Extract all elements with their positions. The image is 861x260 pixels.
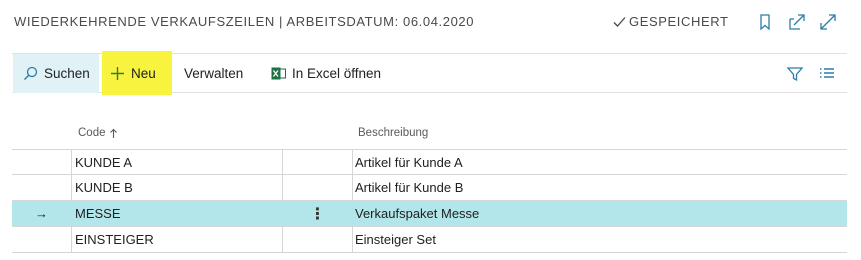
code-cell[interactable]: MESSE <box>72 201 283 226</box>
search-icon <box>24 66 38 80</box>
saved-status: GESPEICHERT <box>613 14 729 29</box>
plus-icon <box>111 66 124 80</box>
table-row[interactable]: EINSTEIGER Einsteiger Set <box>12 227 847 253</box>
description-cell[interactable]: Verkaufspaket Messe <box>353 201 847 226</box>
new-button-label: Neu <box>131 65 156 81</box>
search-button[interactable]: Suchen <box>13 54 99 93</box>
title-bar: WIEDERKEHRENDE VERKAUFSZEILEN | ARBEITSD… <box>0 0 861 44</box>
manage-button[interactable]: Verwalten <box>184 54 243 93</box>
table-row[interactable]: KUNDE B Artikel für Kunde B <box>12 175 847 201</box>
description-cell[interactable]: Artikel für Kunde B <box>353 175 847 200</box>
manage-button-label: Verwalten <box>184 66 244 81</box>
table-row[interactable]: KUNDE A Artikel für Kunde A <box>12 149 847 175</box>
table-row-selected[interactable]: → MESSE ⋮ Verkaufspaket Messe <box>12 201 847 227</box>
sort-ascending-icon <box>109 128 117 138</box>
row-selector[interactable] <box>12 227 72 252</box>
row-actions-menu-icon[interactable]: ⋮ <box>283 201 353 226</box>
list-view-icon[interactable] <box>818 65 836 83</box>
column-header-code[interactable]: Code <box>78 127 118 139</box>
description-cell[interactable]: Artikel für Kunde A <box>353 150 847 174</box>
action-bar: Suchen Neu Verwalten In Excel öffnen <box>12 51 847 95</box>
row-selector-arrow-icon[interactable]: → <box>12 201 72 226</box>
row-menu-cell <box>283 227 353 252</box>
open-in-excel-button[interactable]: In Excel öffnen <box>271 54 381 93</box>
row-menu-cell <box>283 150 353 174</box>
column-header-description-label: Beschreibung <box>358 127 429 139</box>
search-button-label: Suchen <box>44 66 90 81</box>
popout-icon[interactable] <box>788 13 806 31</box>
column-header-description[interactable]: Beschreibung <box>358 127 428 139</box>
row-menu-cell <box>283 175 353 200</box>
open-in-excel-label: In Excel öffnen <box>292 66 382 81</box>
description-cell[interactable]: Einsteiger Set <box>353 227 847 252</box>
row-selector[interactable] <box>12 175 72 200</box>
column-header-code-label: Code <box>78 127 106 139</box>
filter-icon[interactable] <box>786 65 804 83</box>
code-cell[interactable]: KUNDE B <box>72 175 283 200</box>
page-title: WIEDERKEHRENDE VERKAUFSZEILEN | ARBEITSD… <box>14 14 475 29</box>
code-cell[interactable]: EINSTEIGER <box>72 227 283 252</box>
expand-icon[interactable] <box>819 13 837 31</box>
row-selector[interactable] <box>12 150 72 174</box>
bookmark-icon[interactable] <box>756 13 774 31</box>
code-cell[interactable]: KUNDE A <box>72 150 283 174</box>
checkmark-icon <box>613 16 626 27</box>
saved-status-label: GESPEICHERT <box>629 14 729 29</box>
data-grid: KUNDE A Artikel für Kunde A KUNDE B Arti… <box>12 149 847 253</box>
excel-icon <box>271 67 286 80</box>
new-button[interactable]: Neu <box>102 51 172 95</box>
